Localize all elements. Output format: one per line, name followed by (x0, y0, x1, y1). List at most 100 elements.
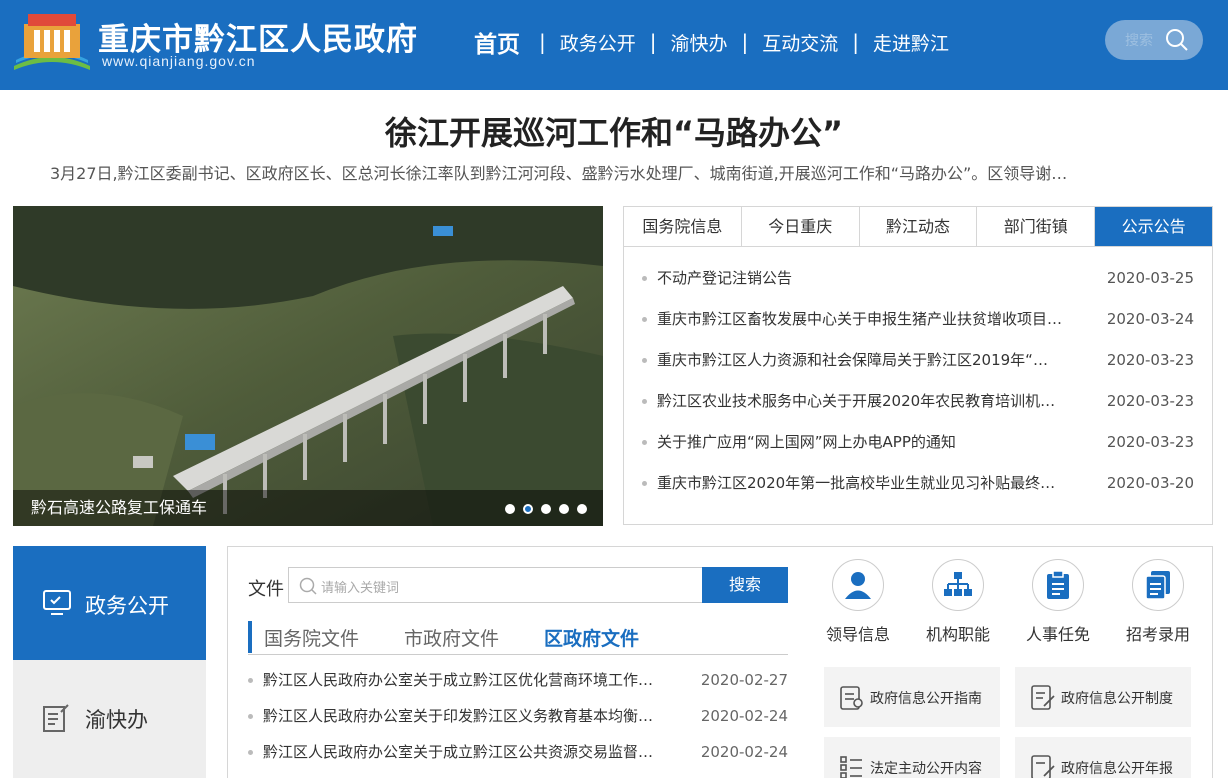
news-date: 2020-03-23 (1106, 433, 1194, 451)
headline-title[interactable]: 徐江开展巡河工作和“马路办公” (0, 108, 1228, 154)
news-date: 2020-03-25 (1106, 269, 1194, 287)
info-button-label: 政府信息公开指南 (870, 691, 982, 707)
quick-link-circle[interactable] (1032, 559, 1084, 611)
slide-dots (505, 504, 587, 514)
quick-link-label: 领导信息 (825, 625, 890, 644)
document-title[interactable]: 黔江区人民政府办公室关于成立黔江区优化营商环境工作… (263, 669, 683, 691)
quick-link-leaders[interactable]: 领导信息 (818, 559, 898, 645)
nav-separator: | (649, 30, 657, 54)
document-date: 2020-02-24 (700, 707, 788, 725)
report-icon (1031, 755, 1055, 778)
slide-dot[interactable] (559, 504, 569, 514)
site-url: www.qianjiang.gov.cn (102, 53, 256, 69)
photo-slideshow[interactable]: 黔石高速公路复工保通车 (13, 206, 603, 526)
list-item[interactable]: 黔江区人民政府办公室关于成立黔江区公共资源交易监督… 2020-02-24 (248, 741, 788, 777)
header-search[interactable]: 搜索 (1105, 20, 1203, 60)
list-item[interactable]: 不动产登记注销公告 2020-03-25 (642, 267, 1194, 308)
list-item[interactable]: 黔江区人民政府办公室关于印发黔江区义务教育基本均衡… 2020-02-24 (248, 705, 788, 741)
document-search-label: 文件 (248, 579, 284, 600)
quick-link-organization[interactable]: 机构职能 (918, 559, 998, 645)
tab-state-council-info[interactable]: 国务院信息 (624, 207, 742, 246)
slide-dot[interactable] (577, 504, 587, 514)
list-item[interactable]: 重庆市黔江区人力资源和社会保障局关于黔江区2019年“… 2020-03-23 (642, 349, 1194, 390)
news-date: 2020-03-20 (1106, 474, 1194, 492)
list-item[interactable]: 关于推广应用“网上国网”网上办电APP的通知 2020-03-23 (642, 431, 1194, 472)
statutory-disclosure-button[interactable]: 法定主动公开内容 (824, 737, 1000, 778)
quick-link-circle[interactable] (932, 559, 984, 611)
side-item-label: 政务公开 (85, 594, 169, 618)
quick-link-label: 招考录用 (1125, 625, 1190, 644)
nav-separator: | (539, 30, 546, 54)
side-item-label: 渝快办 (85, 708, 148, 732)
news-date: 2020-03-23 (1106, 392, 1194, 410)
news-panel: 国务院信息 今日重庆 黔江动态 部门街镇 公示公告 不动产登记注销公告 2020-… (623, 206, 1213, 525)
nav-home[interactable]: 首页 (458, 25, 536, 59)
quick-link-recruitment[interactable]: 招考录用 (1118, 559, 1198, 645)
monitor-icon (43, 590, 71, 615)
site-header: 重庆市黔江区人民政府 www.qianjiang.gov.cn 首页 | 政务公… (0, 0, 1228, 90)
nav-government-affairs[interactable]: 政务公开 (549, 29, 647, 56)
info-disclosure-guide-button[interactable]: 政府信息公开指南 (824, 667, 1000, 727)
main-nav: 首页 | 政务公开 | 渝快办 | 互动交流 | 走进黔江 (458, 26, 960, 58)
news-title[interactable]: 黔江区农业技术服务中心关于开展2020年农民教育培训机… (657, 390, 1087, 412)
recruit-icon (1145, 571, 1170, 600)
list-item[interactable]: 重庆市黔江区2020年第一批高校毕业生就业见习补贴最终… 2020-03-20 (642, 472, 1194, 513)
quick-link-personnel[interactable]: 人事任免 (1018, 559, 1098, 645)
document-list: 黔江区人民政府办公室关于成立黔江区优化营商环境工作… 2020-02-27 黔江区… (248, 669, 788, 777)
news-title[interactable]: 重庆市黔江区2020年第一批高校毕业生就业见习补贴最终… (657, 472, 1087, 494)
header-search-placeholder: 搜索 (1125, 33, 1153, 49)
slide-caption[interactable]: 黔石高速公路复工保通车 (31, 494, 207, 518)
org-chart-icon (944, 572, 972, 596)
document-search-button[interactable]: 搜索 (702, 567, 788, 603)
quick-link-circle[interactable] (1132, 559, 1184, 611)
news-date: 2020-03-23 (1106, 351, 1194, 369)
nav-separator: | (852, 30, 860, 54)
slide-dot[interactable] (505, 504, 515, 514)
tab-municipal-files[interactable]: 市政府文件 (404, 624, 499, 651)
nav-yukuaiban[interactable]: 渝快办 (660, 29, 739, 56)
headline-summary[interactable]: 3月27日,黔江区委副书记、区政府区长、区总河长徐江率队到黔江河河段、盛黔污水处… (50, 160, 1210, 184)
list-item[interactable]: 黔江区人民政府办公室关于成立黔江区优化营商环境工作… 2020-02-27 (248, 669, 788, 705)
annual-report-button[interactable]: 政府信息公开年报 (1015, 737, 1191, 778)
tab-indicator-bar (248, 621, 252, 653)
news-title[interactable]: 关于推广应用“网上国网”网上办电APP的通知 (657, 431, 1087, 453)
document-title[interactable]: 黔江区人民政府办公室关于印发黔江区义务教育基本均衡… (263, 705, 683, 727)
government-emblem-logo[interactable] (12, 8, 92, 74)
slide-photo (13, 206, 603, 526)
info-button-label: 政府信息公开年报 (1061, 761, 1173, 777)
document-title[interactable]: 黔江区人民政府办公室关于成立黔江区公共资源交易监督… (263, 741, 683, 763)
news-title[interactable]: 不动产登记注销公告 (657, 267, 1087, 289)
slide-dot[interactable] (541, 504, 551, 514)
slide-dot-active[interactable] (523, 504, 533, 514)
document-date: 2020-02-24 (700, 743, 788, 761)
tab-district-files[interactable]: 区政府文件 (544, 624, 639, 651)
nav-interaction[interactable]: 互动交流 (751, 29, 849, 56)
news-date: 2020-03-24 (1106, 310, 1194, 328)
quick-link-label: 人事任免 (1025, 625, 1090, 644)
side-item-government-affairs[interactable]: 政务公开 (13, 546, 206, 660)
nav-about-qianjiang[interactable]: 走进黔江 (862, 29, 960, 56)
tab-state-council-files[interactable]: 国务院文件 (264, 624, 359, 651)
side-item-yukuaiban[interactable]: 渝快办 (13, 660, 206, 774)
quick-link-circle[interactable] (832, 559, 884, 611)
quick-link-label: 机构职能 (925, 625, 990, 644)
list-item[interactable]: 重庆市黔江区畜牧发展中心关于申报生猪产业扶贫增收项目… 2020-03-24 (642, 308, 1194, 349)
news-title[interactable]: 重庆市黔江区人力资源和社会保障局关于黔江区2019年“… (657, 349, 1087, 371)
side-menu: 政务公开 渝快办 (13, 546, 206, 778)
document-tabs: 国务院文件 市政府文件 区政府文件 (248, 619, 788, 655)
document-pen-icon (1031, 685, 1055, 710)
document-date: 2020-02-27 (700, 671, 788, 689)
news-title[interactable]: 重庆市黔江区畜牧发展中心关于申报生猪产业扶贫增收项目… (657, 308, 1087, 330)
document-search-input[interactable]: 请输入关键词 (288, 567, 703, 603)
list-icon (840, 756, 862, 778)
info-disclosure-system-button[interactable]: 政府信息公开制度 (1015, 667, 1191, 727)
search-icon[interactable] (1165, 28, 1189, 52)
tab-departments[interactable]: 部门街镇 (977, 207, 1096, 246)
tab-chongqing-today[interactable]: 今日重庆 (741, 207, 860, 246)
nav-separator: | (741, 30, 749, 54)
news-list: 不动产登记注销公告 2020-03-25 重庆市黔江区畜牧发展中心关于申报生猪产业… (624, 247, 1212, 513)
tab-qianjiang-news[interactable]: 黔江动态 (859, 207, 978, 246)
tab-announcements[interactable]: 公示公告 (1095, 207, 1212, 246)
list-item[interactable]: 黔江区农业技术服务中心关于开展2020年农民教育培训机… 2020-03-23 (642, 390, 1194, 431)
government-affairs-panel: 文件 请输入关键词 搜索 国务院文件 市政府文件 区政府文件 黔江区人民政府办公… (227, 546, 1213, 778)
